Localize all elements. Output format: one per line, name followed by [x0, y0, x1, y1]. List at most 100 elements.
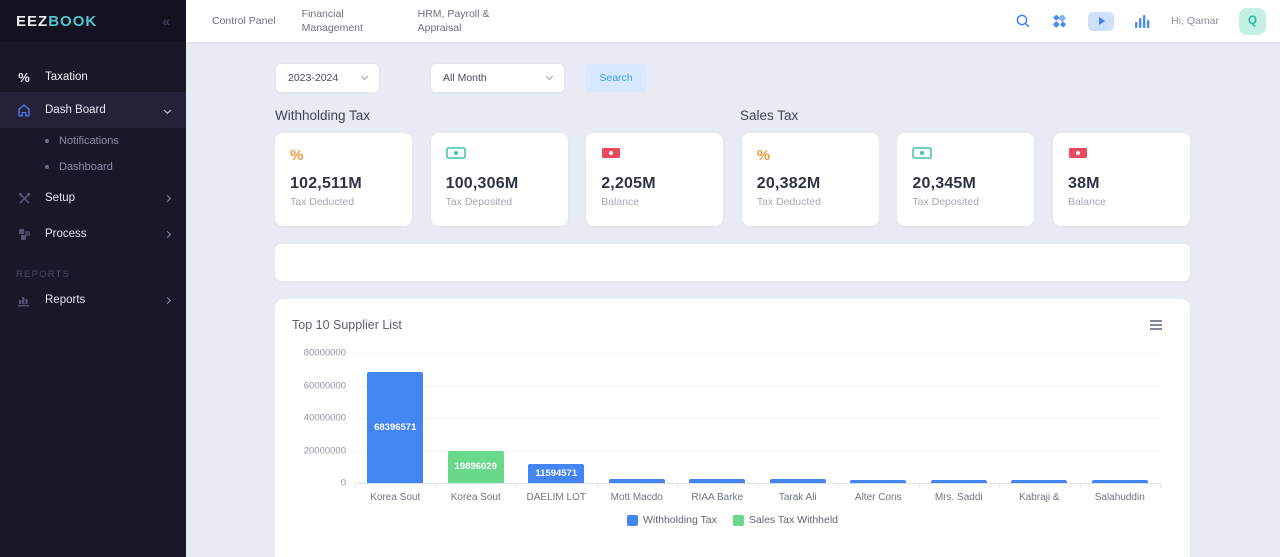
- app-logo: EEZBOOK: [16, 13, 97, 30]
- logo-text-secondary: BOOK: [48, 13, 97, 30]
- bar-withholding-tax[interactable]: [1011, 480, 1067, 483]
- process-icon: [16, 228, 32, 241]
- bar-slot: [758, 353, 839, 483]
- sidebar-item-dashboard[interactable]: Dashboard: [0, 154, 186, 180]
- sidebar-item-reports[interactable]: Reports: [0, 282, 186, 318]
- chevron-down-icon: [164, 106, 171, 113]
- bar-slot: 11594571: [516, 353, 597, 483]
- y-axis-tick-label: 60000000: [304, 380, 346, 391]
- card-label: Tax Deposited: [446, 196, 553, 208]
- y-axis-tick-label: 20000000: [304, 445, 346, 456]
- sidebar-item-dashboard-group[interactable]: Dash Board: [0, 92, 186, 128]
- sales-tax-title: Sales Tax: [740, 108, 798, 126]
- user-greeting: Hi, Qamar: [1171, 15, 1219, 27]
- home-icon: [16, 103, 32, 117]
- y-axis-tick-label: 80000000: [304, 348, 346, 359]
- module-label: Taxation: [45, 71, 88, 83]
- bar-withholding-tax[interactable]: [931, 480, 987, 483]
- chart-plot: 8000000060000000400000002000000006839657…: [355, 353, 1160, 483]
- avatar[interactable]: Q: [1239, 8, 1266, 35]
- bar-slot: 19896029: [436, 353, 517, 483]
- sidebar-item-notifications[interactable]: Notifications: [0, 128, 186, 154]
- sidebar-item-process[interactable]: Process: [0, 216, 186, 252]
- x-axis-category-label: DAELIM LOT: [516, 492, 597, 503]
- card-value: 102,511M: [290, 175, 397, 193]
- percent-icon: %: [757, 147, 770, 164]
- bar-withholding-tax[interactable]: 68396571: [367, 372, 423, 483]
- tab-control-panel[interactable]: Control Panel: [212, 14, 276, 28]
- sidebar-collapse-icon[interactable]: «: [162, 13, 170, 29]
- search-icon[interactable]: [1015, 13, 1031, 29]
- supplier-chart-card: Top 10 Supplier List 8000000060000000400…: [275, 299, 1190, 557]
- month-dropdown-value: All Month: [443, 72, 487, 84]
- banknote-icon: [446, 146, 466, 165]
- bullet-icon: [45, 139, 49, 143]
- bar-withholding-tax[interactable]: [850, 480, 906, 483]
- sidebar-module-taxation[interactable]: % Taxation: [0, 62, 186, 92]
- withholding-tax-title: Withholding Tax: [275, 108, 740, 126]
- x-axis-category-label: Mrs. Saddi: [919, 492, 1000, 503]
- card-value: 38M: [1068, 175, 1175, 193]
- bar-withholding-tax[interactable]: [770, 479, 826, 483]
- x-axis-tick: [355, 483, 356, 488]
- x-axis-tick: [838, 483, 839, 488]
- sidebar: EEZBOOK « % Taxation Dash Board Notifica…: [0, 0, 186, 557]
- play-icon[interactable]: [1088, 12, 1114, 31]
- logo-row: EEZBOOK «: [0, 0, 186, 42]
- bar-withholding-tax[interactable]: [1092, 480, 1148, 483]
- x-axis-tick: [436, 483, 437, 488]
- logo-text-primary: EEZ: [16, 13, 48, 30]
- x-axis-category-label: Tarak Ali: [758, 492, 839, 503]
- card-sales-tax-deducted: % 20,382M Tax Deducted: [742, 133, 879, 226]
- chevron-right-icon: [164, 296, 171, 303]
- apps-icon[interactable]: [1051, 13, 1068, 30]
- percent-icon: %: [290, 147, 303, 164]
- sidebar-item-setup[interactable]: Setup: [0, 180, 186, 216]
- bar-slot: [919, 353, 1000, 483]
- sidebar-menu: % Taxation Dash Board Notifications Dash…: [0, 42, 186, 318]
- tab-hrm-payroll[interactable]: HRM, Payroll & Appraisal: [418, 7, 508, 35]
- card-wht-tax-deducted: % 102,511M Tax Deducted: [275, 133, 412, 226]
- bar-withholding-tax[interactable]: 11594571: [528, 464, 584, 483]
- card-value: 2,205M: [601, 175, 708, 193]
- x-axis-tick: [597, 483, 598, 488]
- chart-title: Top 10 Supplier List: [292, 318, 402, 332]
- chart-menu-icon[interactable]: [1148, 318, 1164, 332]
- x-axis-category-label: Kabraji &: [999, 492, 1080, 503]
- chevron-down-icon: [546, 73, 553, 80]
- bar-chart-icon[interactable]: [1134, 14, 1151, 29]
- legend-item[interactable]: Withholding Tax: [627, 514, 717, 526]
- legend-swatch: [733, 515, 744, 526]
- topbar-tabs: Control Panel Financial Management HRM, …: [186, 7, 508, 35]
- card-value: 20,345M: [912, 175, 1019, 193]
- x-axis-tick: [677, 483, 678, 488]
- chart-x-labels: Korea SoutKorea SoutDAELIM LOTMott Macdo…: [355, 492, 1160, 503]
- report-chart-icon: [16, 294, 32, 307]
- legend-item[interactable]: Sales Tax Withheld: [733, 514, 838, 526]
- sub-item-label: Notifications: [59, 135, 119, 147]
- bar-sales-tax-withheld[interactable]: 19896029: [448, 451, 504, 483]
- bar-value-label: 19896029: [448, 451, 504, 483]
- search-button[interactable]: Search: [585, 64, 647, 92]
- x-axis-category-label: Korea Sout: [355, 492, 436, 503]
- card-value: 20,382M: [757, 175, 864, 193]
- stat-cards-row: % 102,511M Tax Deducted 100,306M Tax Dep…: [275, 133, 1190, 226]
- card-wht-tax-deposited: 100,306M Tax Deposited: [431, 133, 568, 226]
- card-label: Tax Deducted: [290, 196, 397, 208]
- month-dropdown[interactable]: All Month: [430, 63, 565, 93]
- bar-withholding-tax[interactable]: [609, 479, 665, 483]
- card-label: Tax Deposited: [912, 196, 1019, 208]
- main-content: 2023-2024 All Month Search Withholding T…: [186, 42, 1280, 557]
- bar-slot: [1080, 353, 1161, 483]
- tab-financial-management[interactable]: Financial Management: [302, 7, 392, 35]
- banknote-icon: [912, 146, 932, 165]
- x-axis-tick: [1160, 483, 1161, 488]
- sidebar-item-label: Process: [45, 228, 152, 240]
- percent-icon: %: [16, 70, 32, 85]
- bar-value-label: 68396571: [367, 372, 423, 483]
- year-dropdown[interactable]: 2023-2024: [275, 63, 380, 93]
- bar-withholding-tax[interactable]: [689, 479, 745, 483]
- x-axis-category-label: Salahuddin: [1080, 492, 1161, 503]
- x-axis-category-label: Alter Cons: [838, 492, 919, 503]
- bar-slot: [677, 353, 758, 483]
